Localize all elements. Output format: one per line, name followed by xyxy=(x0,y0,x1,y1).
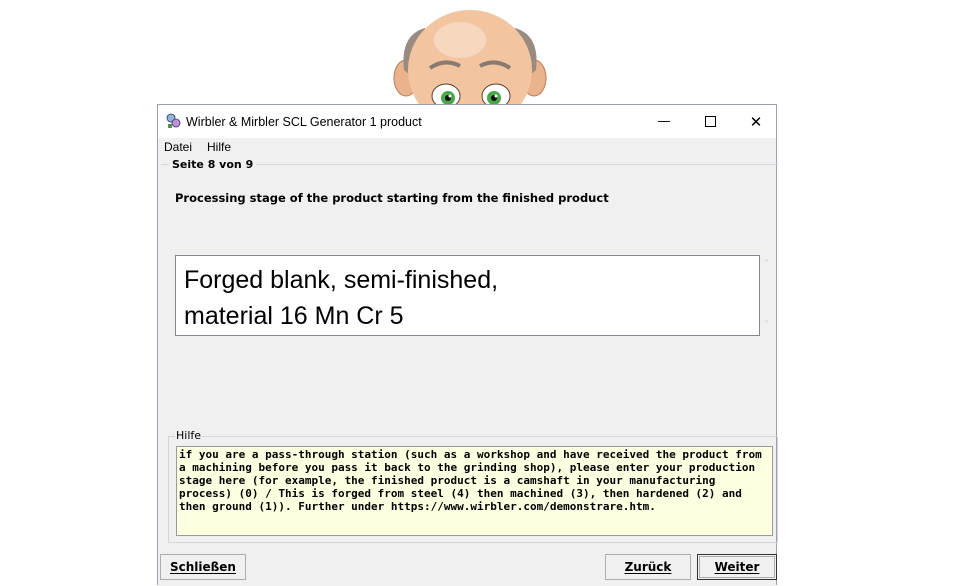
mascot-image xyxy=(393,10,547,110)
next-button[interactable]: Weiter xyxy=(697,554,777,580)
menu-hilfe[interactable]: Hilfe xyxy=(207,140,231,154)
window-title: Wirbler & Mirbler SCL Generator 1 produc… xyxy=(186,115,422,129)
app-window: Wirbler & Mirbler SCL Generator 1 produc… xyxy=(157,104,778,586)
help-legend: Hilfe xyxy=(175,429,203,442)
close-button[interactable]: Schließen xyxy=(160,554,246,580)
page-indicator: Seite 8 von 9 xyxy=(169,158,257,171)
close-window-button[interactable]: ✕ xyxy=(733,105,779,138)
maximize-icon xyxy=(704,116,716,127)
help-textbox[interactable]: if you are a pass-through station (such … xyxy=(176,446,773,536)
title-bar[interactable]: Wirbler & Mirbler SCL Generator 1 produc… xyxy=(158,105,776,138)
app-icon[interactable] xyxy=(165,113,181,129)
help-group: Hilfe if you are a pass-through station … xyxy=(168,429,778,543)
minimize-icon: — xyxy=(657,114,671,129)
answer-textbox[interactable]: Forged blank, semi-finished, material 16… xyxy=(175,255,760,336)
menu-datei[interactable]: Datei xyxy=(164,140,192,154)
close-icon: ✕ xyxy=(749,112,763,131)
minimize-button[interactable]: — xyxy=(641,105,687,138)
button-bar: Schließen Zurück Weiter xyxy=(158,549,777,586)
scroll-up-icon[interactable]: ˄ xyxy=(764,259,769,270)
question-label: Processing stage of the product starting… xyxy=(175,191,609,205)
maximize-button[interactable] xyxy=(687,105,733,138)
menu-bar: Datei Hilfe xyxy=(158,138,776,158)
scroll-down-icon[interactable]: ˅ xyxy=(764,320,769,331)
back-button[interactable]: Zurück xyxy=(605,554,691,580)
